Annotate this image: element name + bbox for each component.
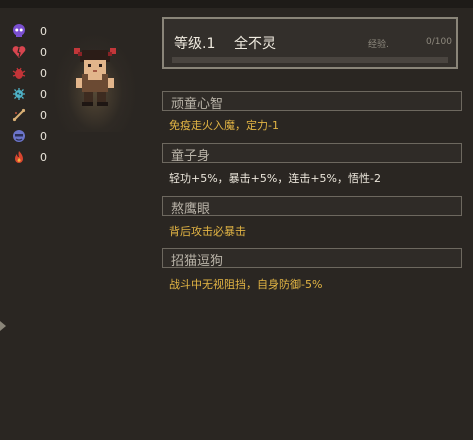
exp-value: 0/100 (426, 37, 452, 47)
mask-icon (10, 127, 28, 145)
stat-row: 0 (10, 148, 47, 166)
level-label: 等级.1 (174, 36, 216, 52)
stat-value: 0 (40, 129, 47, 143)
exp-label: 经验. (368, 40, 389, 50)
stat-row: 0 (10, 22, 47, 40)
trait-title: 招猫逗狗 (171, 254, 224, 269)
trait-title: 童子身 (171, 149, 211, 164)
stat-value: 0 (40, 150, 47, 164)
stat-row: 0 (10, 64, 47, 82)
bone-icon (10, 106, 28, 124)
stat-value: 0 (40, 24, 47, 38)
character-info-panel: 等级.1 全不灵 经验. 0/100 (162, 17, 458, 69)
trait-description: 轻功+5%，暴击+5%，连击+5%，悟性-2 (169, 172, 381, 185)
exp-bar (172, 57, 448, 63)
stat-value: 0 (40, 87, 47, 101)
trait-header[interactable]: 招猫逗狗 (162, 248, 462, 269)
bug-icon (10, 64, 28, 82)
trait-header[interactable]: 顽童心智 (162, 91, 462, 112)
top-bar (0, 0, 473, 8)
stat-row: 0 (10, 106, 47, 124)
trait-header[interactable]: 童子身 (162, 143, 462, 164)
character-name: 全不灵 (234, 36, 276, 52)
broken-heart-icon (10, 43, 28, 61)
stat-row: 0 (10, 127, 47, 145)
germ-icon (10, 85, 28, 103)
skull-icon (10, 22, 28, 40)
stat-row: 0 (10, 85, 47, 103)
trait-title: 顽童心智 (171, 97, 224, 112)
character-sprite-icon (74, 48, 116, 106)
character-portrait[interactable] (52, 32, 138, 132)
stat-value: 0 (40, 66, 47, 80)
trait-description: 免疫走火入魔，定力-1 (169, 119, 279, 132)
flame-icon (10, 148, 28, 166)
stat-value: 0 (40, 108, 47, 122)
expand-arrow-icon[interactable] (0, 316, 6, 331)
stat-value: 0 (40, 45, 47, 59)
trait-description: 背后攻击必暴击 (169, 225, 246, 238)
trait-header[interactable]: 熬鹰眼 (162, 196, 462, 217)
trait-title: 熬鹰眼 (171, 202, 211, 217)
trait-description: 战斗中无视阻挡，自身防御-5% (169, 278, 323, 291)
stat-row: 0 (10, 43, 47, 61)
